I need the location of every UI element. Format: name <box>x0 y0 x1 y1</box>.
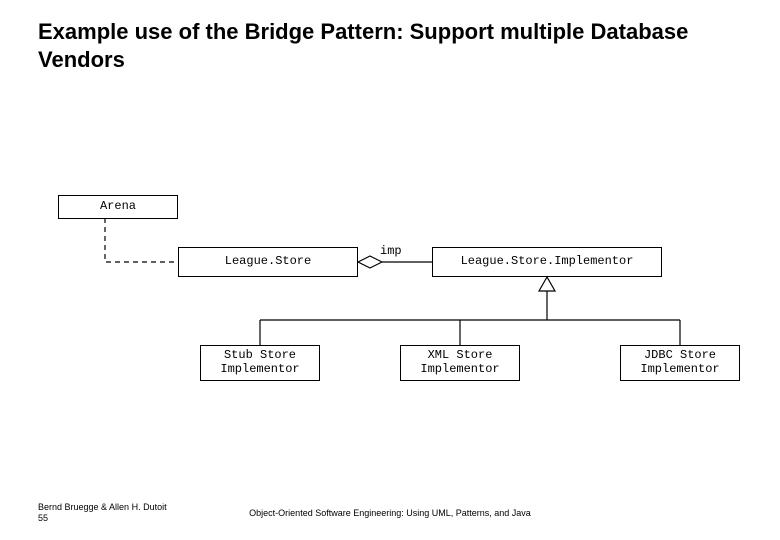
class-arena: Arena <box>58 195 178 219</box>
class-league-store-implementor: League.Store.Implementor <box>432 247 662 277</box>
class-stub-store-implementor: Stub Store Implementor <box>200 345 320 381</box>
association-label-imp: imp <box>380 244 402 258</box>
class-xml-store-implementor: XML Store Implementor <box>400 345 520 381</box>
class-jdbc-store-implementor: JDBC Store Implementor <box>620 345 740 381</box>
diagram-connectors <box>0 0 780 540</box>
class-league-store: League.Store <box>178 247 358 277</box>
uml-diagram: Arena League.Store imp League.Store.Impl… <box>0 0 780 540</box>
footer-book-title: Object-Oriented Software Engineering: Us… <box>0 508 780 518</box>
